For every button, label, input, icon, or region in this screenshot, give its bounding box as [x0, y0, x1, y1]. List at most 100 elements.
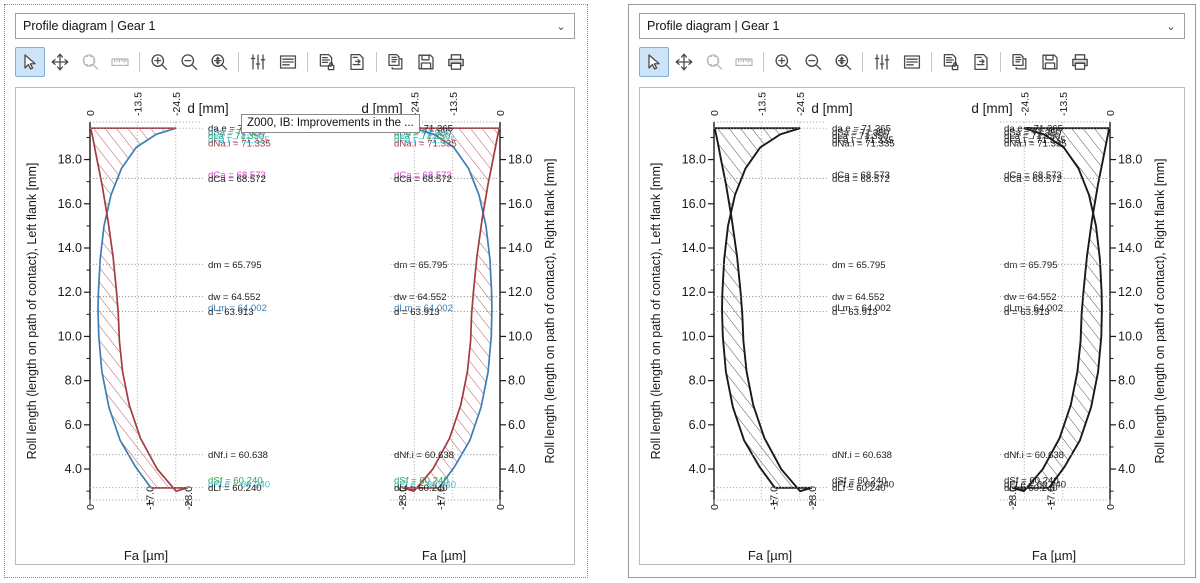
svg-text:dCa = 68.572: dCa = 68.572 — [394, 174, 452, 185]
svg-text:18.0: 18.0 — [508, 153, 532, 167]
svg-text:8.0: 8.0 — [508, 374, 525, 388]
measure-tool[interactable] — [729, 47, 759, 77]
move-arrows-icon — [50, 52, 70, 72]
svg-text:dNf.i = 60.638: dNf.i = 60.638 — [832, 450, 892, 461]
sliders-icon — [872, 52, 892, 72]
chevron-down-icon[interactable]: ⌄ — [1158, 20, 1184, 33]
toolbar-separator — [927, 50, 936, 74]
ruler-icon — [734, 52, 754, 72]
svg-text:Fa [µm]: Fa [µm] — [748, 548, 792, 563]
comment-button[interactable] — [273, 47, 303, 77]
svg-text:18.0: 18.0 — [682, 153, 706, 167]
svg-text:Roll length (length on path of: Roll length (length on path of contact),… — [543, 158, 557, 463]
zoom-in-button[interactable] — [144, 47, 174, 77]
zoom-window-tool[interactable] — [75, 47, 105, 77]
chevron-down-icon[interactable]: ⌄ — [548, 20, 574, 33]
svg-text:12.0: 12.0 — [508, 285, 532, 299]
measure-tool[interactable] — [105, 47, 135, 77]
svg-text:-13.5: -13.5 — [1058, 92, 1070, 116]
svg-text:10.0: 10.0 — [1118, 329, 1142, 343]
svg-text:Fa [µm]: Fa [µm] — [422, 548, 466, 563]
copy-pages-icon — [1010, 52, 1030, 72]
pan-tool[interactable] — [45, 47, 75, 77]
chart-canvas-right[interactable]: d [mm] d [mm] 0 -13.5 -24.5 0 -17.0 -28.0 da.e =… — [639, 87, 1185, 565]
svg-text:-24.5: -24.5 — [409, 92, 421, 116]
properties-button[interactable] — [243, 47, 273, 77]
import-document-button[interactable] — [342, 47, 372, 77]
svg-text:dm = 65.795: dm = 65.795 — [208, 260, 262, 271]
save-button[interactable] — [1035, 47, 1065, 77]
zoom-out-button[interactable] — [174, 47, 204, 77]
magnifier-minus-icon — [803, 52, 823, 72]
svg-text:4.0: 4.0 — [508, 462, 525, 476]
toolbar-separator — [759, 50, 768, 74]
diagram-selector-combobox[interactable]: Profile diagram | Gear 1 ⌄ — [639, 13, 1185, 39]
magnifier-fit-icon — [833, 52, 853, 72]
toolbar-separator — [858, 50, 867, 74]
diagram-panel-right: Profile diagram | Gear 1 ⌄ d [mm] d [mm] 0… — [628, 4, 1196, 578]
diagram-selector-combobox[interactable]: Profile diagram | Gear 1 ⌄ — [15, 13, 575, 39]
magnifier-minus-icon — [179, 52, 199, 72]
svg-text:dw = 64.552: dw = 64.552 — [1004, 292, 1057, 303]
select-tool[interactable] — [15, 47, 45, 77]
cursor-arrow-icon — [644, 52, 664, 72]
printer-icon — [1070, 52, 1090, 72]
cursor-arrow-icon — [20, 52, 40, 72]
svg-text:dLf = 60.240: dLf = 60.240 — [208, 483, 262, 494]
comment-button[interactable] — [897, 47, 927, 77]
zoom-window-icon — [704, 52, 724, 72]
print-button[interactable] — [441, 47, 471, 77]
chart-canvas-left[interactable]: d [mm] d [mm] 0 -13.5 -24.5 0 -17.0 -28.0 da.e =… — [15, 87, 575, 565]
svg-text:12.0: 12.0 — [58, 285, 82, 299]
svg-text:dm = 65.795: dm = 65.795 — [394, 260, 448, 271]
zoom-fit-button[interactable] — [204, 47, 234, 77]
copy-pages-icon — [386, 52, 406, 72]
toolbar-separator — [234, 50, 243, 74]
print-button[interactable] — [1065, 47, 1095, 77]
pan-tool[interactable] — [669, 47, 699, 77]
svg-text:dCa = 68.572: dCa = 68.572 — [832, 174, 890, 185]
svg-text:16.0: 16.0 — [58, 197, 82, 211]
svg-text:4.0: 4.0 — [65, 462, 82, 476]
svg-text:12.0: 12.0 — [1118, 285, 1142, 299]
text-lines-icon — [278, 52, 298, 72]
svg-text:0: 0 — [85, 110, 97, 116]
svg-text:8.0: 8.0 — [1118, 374, 1135, 388]
svg-text:6.0: 6.0 — [1118, 418, 1135, 432]
document-in-icon — [347, 52, 367, 72]
zoom-window-tool[interactable] — [699, 47, 729, 77]
svg-text:d = 63.913: d = 63.913 — [1004, 307, 1050, 318]
zoom-out-button[interactable] — [798, 47, 828, 77]
ruler-icon — [110, 52, 130, 72]
import-document-button[interactable] — [966, 47, 996, 77]
svg-text:-24.5: -24.5 — [171, 92, 183, 116]
sliders-icon — [248, 52, 268, 72]
profile-diagram-svg-right: d [mm] d [mm]0 -13.5 -24.50 -17.0 -28.0da.e =… — [649, 92, 1167, 563]
screenshot-root: Profile diagram | Gear 1 ⌄ d [mm] d [mm] 0… — [0, 0, 1200, 583]
save-protected-button[interactable] — [312, 47, 342, 77]
save-button[interactable] — [411, 47, 441, 77]
toolbar-separator — [303, 50, 312, 74]
svg-text:dw = 64.552: dw = 64.552 — [208, 292, 261, 303]
svg-text:14.0: 14.0 — [1118, 241, 1142, 255]
save-protected-button[interactable] — [936, 47, 966, 77]
svg-text:dw = 64.552: dw = 64.552 — [394, 292, 447, 303]
magnifier-plus-icon — [773, 52, 793, 72]
svg-text:6.0: 6.0 — [689, 418, 706, 432]
svg-text:0: 0 — [709, 504, 721, 510]
copy-button[interactable] — [1005, 47, 1035, 77]
svg-text:4.0: 4.0 — [689, 462, 706, 476]
svg-text:18.0: 18.0 — [1118, 153, 1142, 167]
svg-text:dLf = 60.240: dLf = 60.240 — [394, 483, 448, 494]
diagram-toolbar-right — [639, 45, 1095, 79]
select-tool[interactable] — [639, 47, 669, 77]
zoom-in-button[interactable] — [768, 47, 798, 77]
svg-text:dm = 65.795: dm = 65.795 — [832, 260, 886, 271]
floppy-disk-icon — [416, 52, 436, 72]
svg-text:12.0: 12.0 — [682, 285, 706, 299]
properties-button[interactable] — [867, 47, 897, 77]
svg-text:d [mm]: d [mm] — [187, 101, 228, 116]
zoom-fit-button[interactable] — [828, 47, 858, 77]
copy-button[interactable] — [381, 47, 411, 77]
chart-tooltip: Z000, IB: Improvements in the ... — [241, 114, 420, 133]
